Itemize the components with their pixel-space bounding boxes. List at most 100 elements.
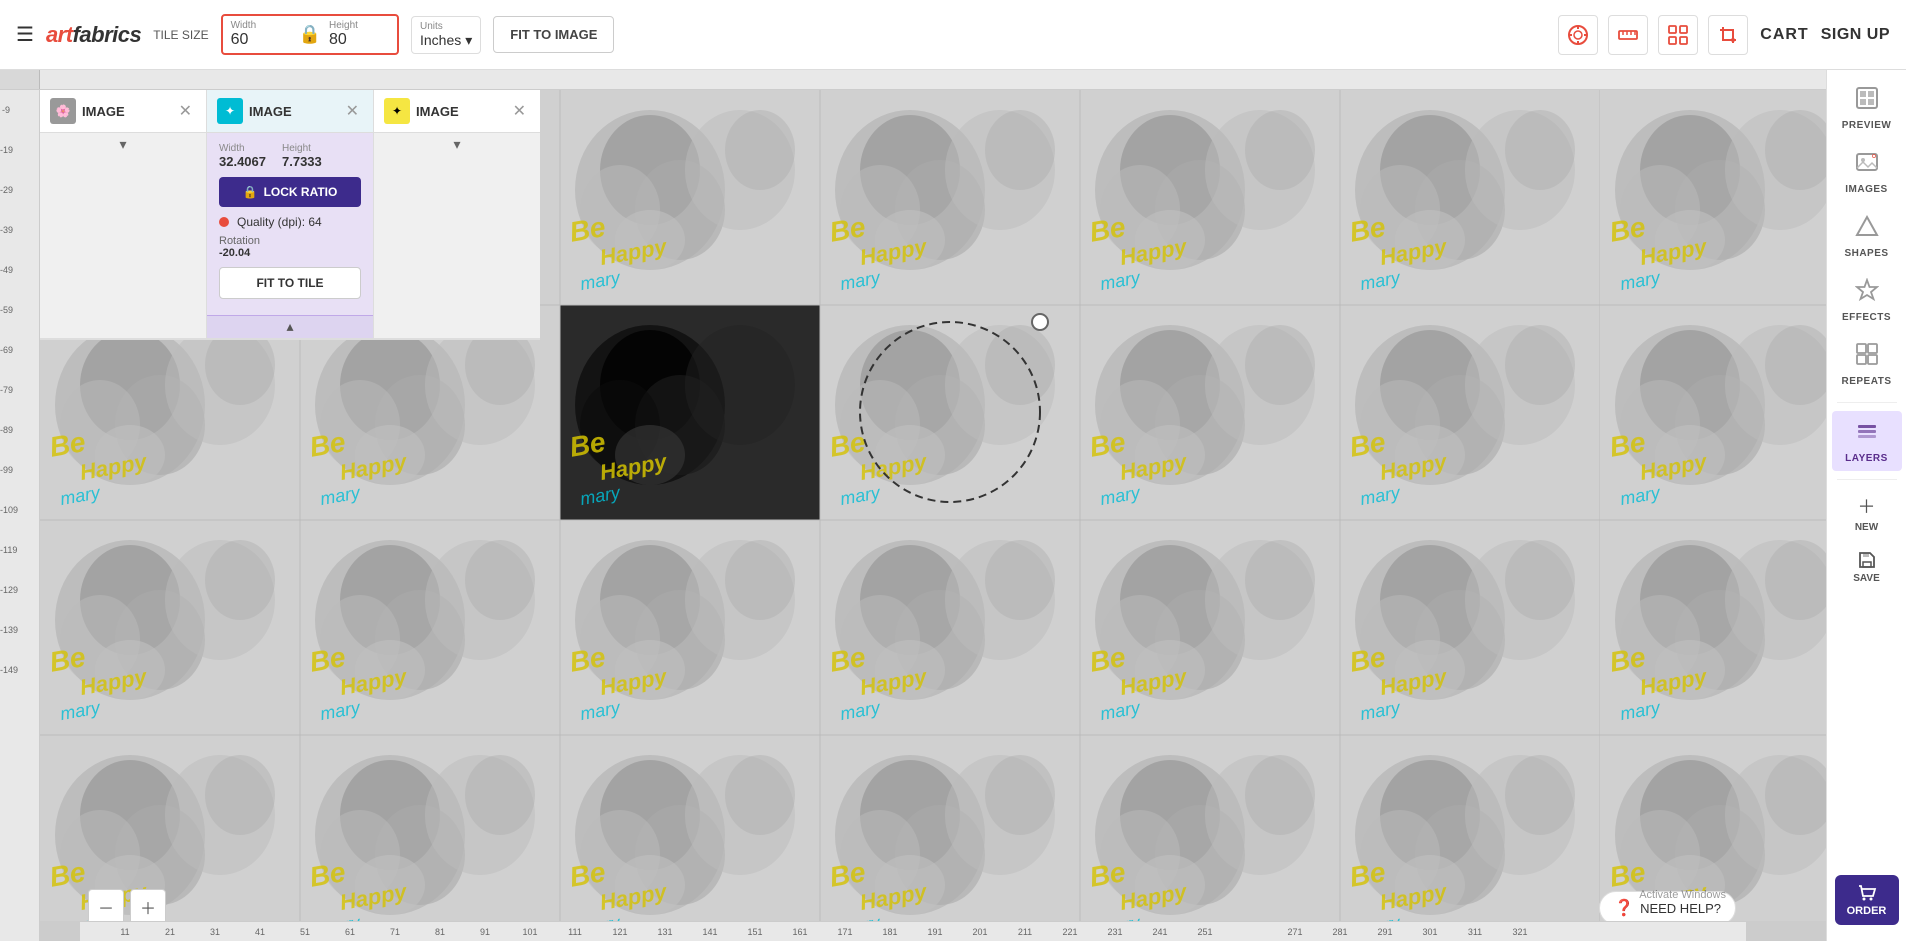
images-button[interactable]: IMAGES	[1832, 142, 1902, 202]
sidebar-divider	[1837, 402, 1897, 403]
need-help-label: NEED HELP?	[1640, 901, 1721, 916]
fit-to-image-button[interactable]: FIT TO IMAGE	[493, 16, 614, 53]
br-241: 241	[1152, 927, 1167, 937]
img-width-value: 32.4067	[219, 154, 266, 169]
br-271: 271	[1287, 927, 1302, 937]
height-display: Height 7.7333	[282, 143, 322, 169]
layers-icon	[1855, 419, 1879, 449]
v-ruler-neg9: -9	[2, 105, 10, 115]
plus-icon: ＋	[1858, 493, 1876, 519]
units-label: Units	[420, 21, 472, 32]
layer-3[interactable]: ✦ IMAGE ✕	[374, 90, 540, 132]
br-201: 201	[972, 927, 987, 937]
v-ruler-neg19: -19	[0, 145, 13, 155]
layer-1-expand[interactable]: ▾	[40, 133, 206, 156]
order-label: ORDER	[1847, 905, 1887, 917]
layer-2-name: IMAGE	[249, 104, 292, 119]
save-button[interactable]: SAVE	[1835, 542, 1899, 592]
br-291: 291	[1377, 927, 1392, 937]
order-button[interactable]: ORDER	[1835, 875, 1899, 925]
signup-button[interactable]: SIGN UP	[1821, 26, 1890, 44]
chevron-down-icon: ▾	[465, 32, 472, 49]
br-141: 141	[702, 927, 717, 937]
crop-icon-button[interactable]	[1708, 15, 1748, 55]
effects-button[interactable]: EFFECTS	[1832, 270, 1902, 330]
tile-size-label: TILE SIZE	[153, 28, 208, 42]
target-icon	[1567, 24, 1589, 46]
v-ruler-neg69: -69	[0, 345, 13, 355]
save-label: SAVE	[1853, 573, 1880, 584]
vertical-ruler: -9 -19 -29 -39 -49 -59 -69 -79 -89 -99 -…	[0, 90, 40, 941]
br-101: 101	[522, 927, 537, 937]
layer-3-delete[interactable]: ✕	[509, 101, 530, 121]
img-height-label: Height	[282, 143, 322, 154]
layer-1-delete[interactable]: ✕	[175, 101, 196, 121]
cart-button[interactable]: CART	[1760, 26, 1808, 44]
layer-3-expand[interactable]: ▾	[374, 133, 540, 156]
height-input[interactable]	[329, 31, 389, 49]
collapse-active-panel[interactable]: ▴	[207, 315, 373, 338]
preview-button[interactable]: PREVIEW	[1832, 78, 1902, 138]
shapes-button[interactable]: SHAPES	[1832, 206, 1902, 266]
rotation-label: Rotation	[219, 235, 260, 247]
br-251: 251	[1197, 927, 1212, 937]
layers-label: LAYERS	[1845, 453, 1888, 464]
quality-label: Quality (dpi): 64	[237, 215, 322, 229]
new-label: NEW	[1855, 522, 1878, 533]
units-select[interactable]: Units Inches ▾	[411, 16, 481, 54]
repeats-label: REPEATS	[1842, 376, 1892, 387]
br-281: 281	[1332, 927, 1347, 937]
images-label: IMAGES	[1845, 184, 1887, 195]
images-icon	[1855, 150, 1879, 180]
br-301: 301	[1422, 927, 1437, 937]
fit-to-tile-button[interactable]: FIT TO TILE	[219, 267, 361, 299]
new-button[interactable]: ＋ NEW	[1835, 488, 1899, 538]
zoom-in-button[interactable]: ＋	[130, 889, 166, 925]
br-31: 31	[210, 927, 220, 937]
horizontal-ruler: 11 21 31 41 51 61 71 81 91 101 111 121 1…	[0, 70, 1826, 90]
lock-icon: 🔒	[243, 185, 258, 199]
lock-ratio-button[interactable]: 🔒 LOCK RATIO	[219, 177, 361, 207]
br-311: 311	[1468, 927, 1482, 937]
br-161: 161	[792, 927, 807, 937]
layer-3-thumb: ✦	[384, 98, 410, 124]
shapes-label: SHAPES	[1844, 248, 1888, 259]
layer-2-delete[interactable]: ✕	[342, 101, 363, 121]
activate-windows: Activate Windows	[1639, 889, 1726, 901]
hamburger-menu[interactable]: ☰	[16, 22, 34, 47]
br-21: 21	[165, 927, 175, 937]
v-ruler-neg129: -129	[0, 585, 18, 595]
br-71: 71	[390, 927, 400, 937]
br-181: 181	[882, 927, 897, 937]
canvas[interactable]: Be Happy mary	[40, 90, 1826, 941]
repeats-button[interactable]: REPEATS	[1832, 334, 1902, 394]
lock-button[interactable]: 🔒	[295, 24, 325, 45]
width-input[interactable]	[231, 31, 291, 49]
v-ruler-neg29: -29	[0, 185, 13, 195]
tile-size-inputs: Width 🔒 Height	[221, 14, 399, 55]
ruler-icon-button[interactable]	[1608, 15, 1648, 55]
layer-1-thumb: 🌸	[50, 98, 76, 124]
br-221: 221	[1062, 927, 1077, 937]
logo-art: art	[46, 22, 73, 47]
zoom-out-button[interactable]: －	[88, 889, 124, 925]
layer-2[interactable]: ✦ IMAGE ✕	[207, 90, 374, 132]
layers-row: 🌸 IMAGE ✕ ✦ IMAGE ✕ ✦ I	[40, 90, 540, 133]
br-41: 41	[255, 927, 265, 937]
zoom-in-icon: ＋	[140, 895, 156, 919]
br-121: 121	[612, 927, 627, 937]
target-icon-button[interactable]	[1558, 15, 1598, 55]
layers-button[interactable]: LAYERS	[1832, 411, 1902, 471]
v-ruler-neg39: -39	[0, 225, 13, 235]
preview-icon	[1855, 86, 1879, 116]
grid-icon-button[interactable]	[1658, 15, 1698, 55]
br-231: 231	[1107, 927, 1122, 937]
br-321: 321	[1512, 927, 1527, 937]
collapse-button[interactable]: ▴	[207, 318, 373, 335]
v-ruler-neg149: -149	[0, 665, 18, 675]
v-ruler-neg89: -89	[0, 425, 13, 435]
sidebar-divider-2	[1837, 479, 1897, 480]
layer-1[interactable]: 🌸 IMAGE ✕	[40, 90, 207, 132]
header-icons	[1558, 15, 1748, 55]
img-height-value: 7.7333	[282, 154, 322, 169]
